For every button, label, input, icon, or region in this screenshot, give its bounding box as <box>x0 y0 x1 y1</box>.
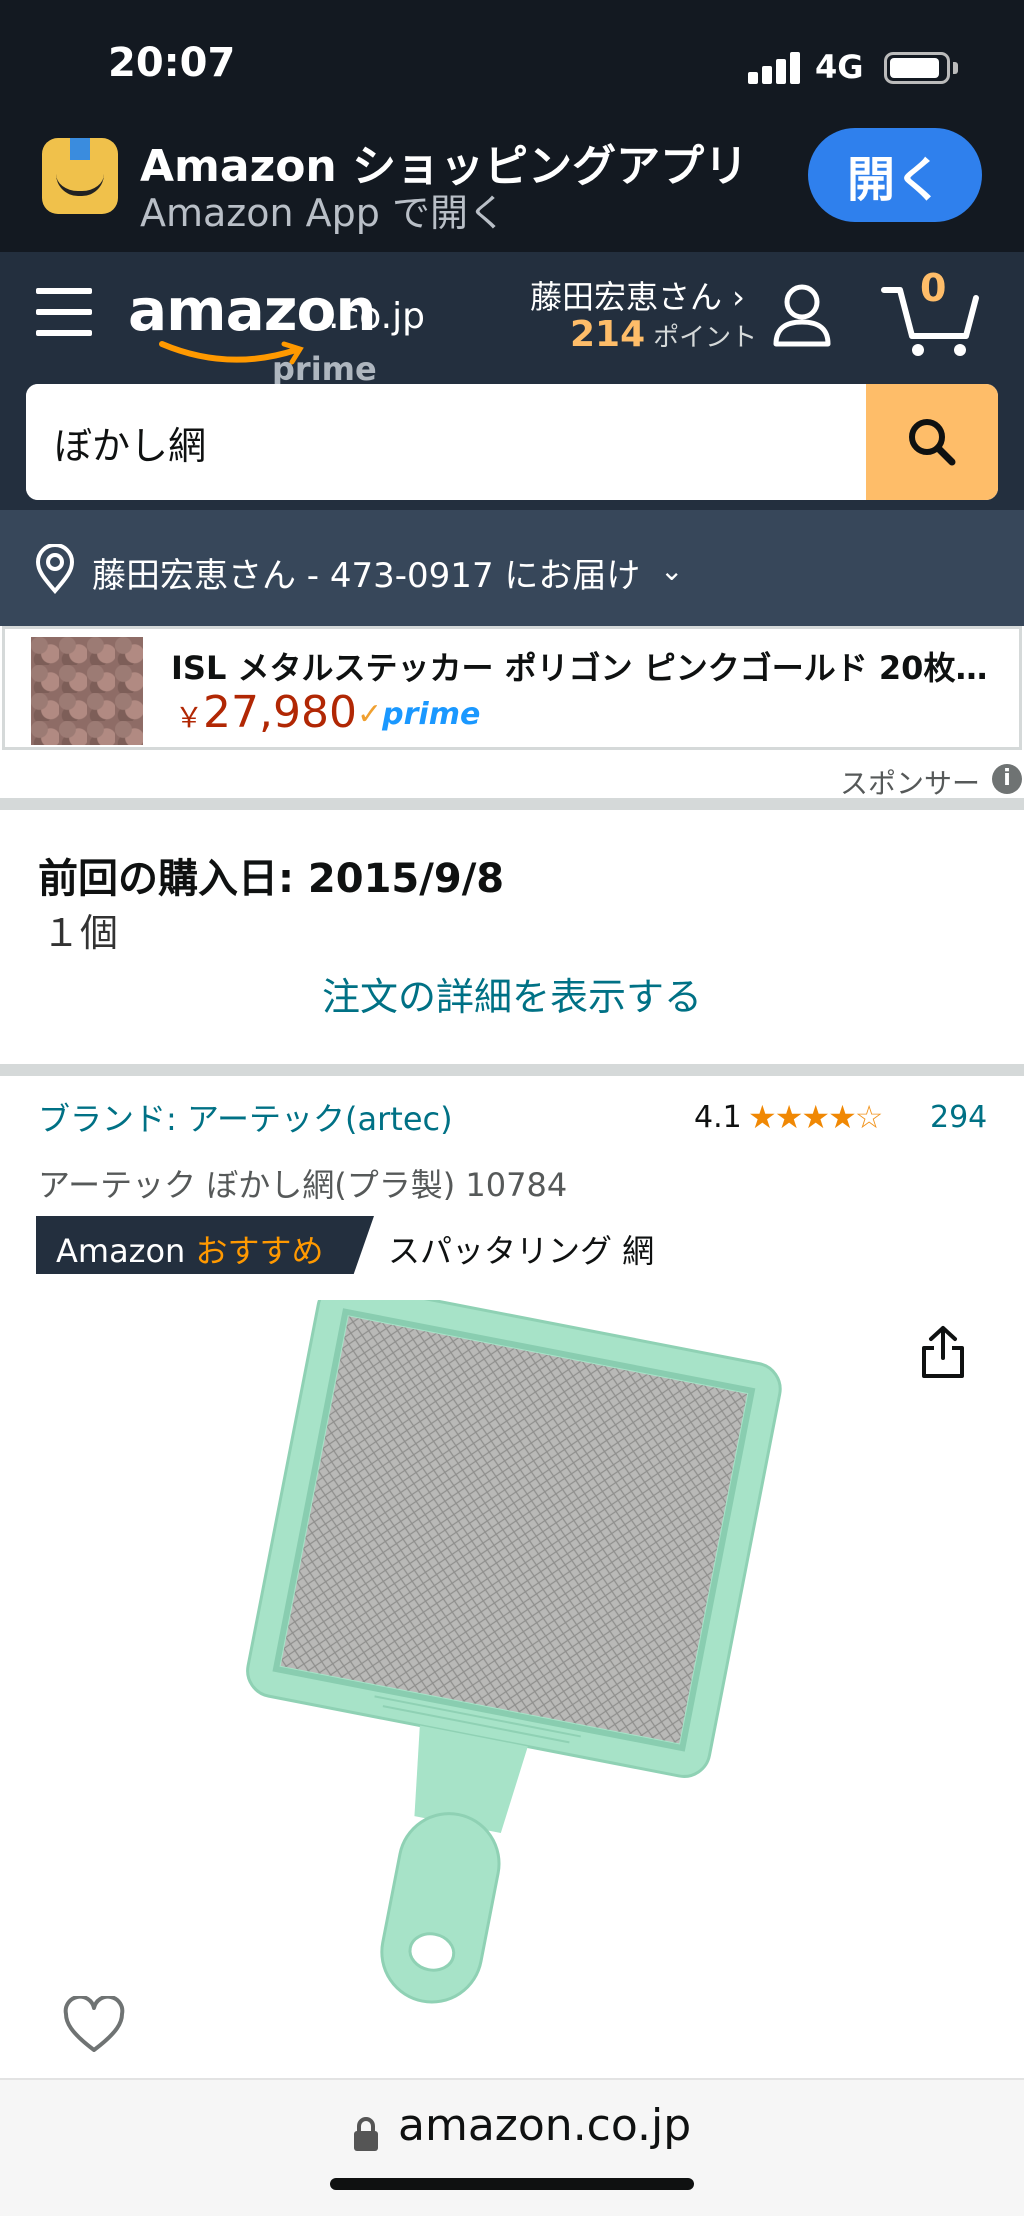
prime-badge: ✓prime <box>357 697 480 732</box>
points-label: ポイント <box>653 323 758 353</box>
amazon-choice-badge: Amazon おすすめ <box>36 1216 374 1274</box>
star-icon: ★ <box>774 1098 804 1136</box>
search-bar <box>26 384 998 500</box>
choice-keyword: スパッタリング 網 <box>388 1232 655 1270</box>
info-icon[interactable]: i <box>992 764 1022 794</box>
rating-value: 4.1 <box>694 1100 742 1135</box>
status-bar: 20:07 4G <box>0 0 1024 120</box>
hamburger-menu-icon[interactable] <box>36 288 92 336</box>
logo-domain: .co.jp <box>328 296 425 337</box>
delivery-location-bar[interactable]: 藤田宏恵さん - 473-0917 にお届け ⌄ <box>0 510 1024 626</box>
home-indicator[interactable] <box>330 2178 694 2190</box>
signal-strength-icon <box>748 50 802 84</box>
url-text: amazon.co.jp <box>398 2100 692 2151</box>
ad-currency: ￥ <box>175 701 204 734</box>
order-details-link[interactable]: 注文の詳細を表示する <box>0 966 1024 1021</box>
star-icon: ★ <box>828 1098 857 1136</box>
prime-check-icon: ✓ <box>357 697 383 732</box>
top-nav: amazon .co.jp prime 藤田宏恵さん › 214 ポイント 0 <box>0 252 1024 510</box>
prime-label: prime <box>382 697 481 732</box>
ad-price-amount: 27,980 <box>203 687 357 738</box>
app-banner-subtitle: Amazon App で開く <box>140 191 506 235</box>
star-icon: ★ <box>748 1098 777 1136</box>
share-icon[interactable] <box>918 1324 968 1380</box>
logo-prime: prime <box>272 350 377 388</box>
last-purchase-date: 前回の購入日: 2015/9/8 <box>38 856 505 902</box>
amazon-logo[interactable]: amazon .co.jp prime <box>128 276 448 388</box>
battery-level <box>890 58 939 78</box>
search-input[interactable] <box>26 384 866 500</box>
status-time: 20:07 <box>108 40 236 86</box>
heart-icon[interactable] <box>62 1996 126 2054</box>
purchase-quantity: １個 <box>42 911 119 955</box>
brand-link[interactable]: ブランド: アーテック(artec) <box>38 1094 453 1140</box>
points-value: 214 <box>570 314 646 355</box>
browser-url-bar[interactable]: amazon.co.jp <box>0 2078 1024 2216</box>
section-divider <box>0 1064 1024 1076</box>
ad-title: ISL メタルステッカー ポリゴン ピンクゴールド 20枚… <box>171 649 988 687</box>
delivery-address-text: 藤田宏恵さん - 473-0917 にお届け <box>92 556 641 596</box>
battery-nub <box>953 62 958 74</box>
sponsor-label: スポンサー <box>840 767 981 800</box>
cart-count: 0 <box>920 266 947 310</box>
points-display[interactable]: 214 ポイント <box>570 314 757 355</box>
chevron-down-icon: ⌄ <box>660 554 684 587</box>
search-button[interactable] <box>866 384 998 500</box>
product-image[interactable] <box>180 1300 820 2060</box>
battery-icon <box>884 52 950 84</box>
choice-prefix: Amazon <box>56 1232 186 1270</box>
amazon-app-icon <box>42 138 118 214</box>
star-rating[interactable]: ★★★★☆ <box>748 1098 884 1136</box>
location-pin-icon <box>35 544 75 594</box>
lock-icon <box>354 2117 378 2151</box>
network-type: 4G <box>815 48 864 86</box>
account-name-link[interactable]: 藤田宏恵さん › <box>530 272 745 318</box>
ad-price: ￥27,980 <box>175 687 357 738</box>
star-icon: ★ <box>801 1098 830 1136</box>
star-icon: ☆ <box>854 1098 884 1136</box>
open-app-button[interactable]: 開く <box>808 128 982 222</box>
product-title[interactable]: アーテック ぼかし網(プラ製) 10784 <box>38 1160 567 1206</box>
section-divider <box>0 798 1024 810</box>
review-count-link[interactable]: 294 <box>930 1100 987 1135</box>
person-icon[interactable] <box>770 282 834 350</box>
ad-product-image <box>31 637 143 745</box>
search-icon <box>909 419 956 466</box>
choice-accent: おすすめ <box>195 1232 324 1270</box>
app-banner: Amazon ショッピングアプリ Amazon App で開く 開く <box>0 120 1024 252</box>
sponsored-ad[interactable]: ISL メタルステッカー ポリゴン ピンクゴールド 20枚… ￥27,980 ✓… <box>2 626 1022 750</box>
